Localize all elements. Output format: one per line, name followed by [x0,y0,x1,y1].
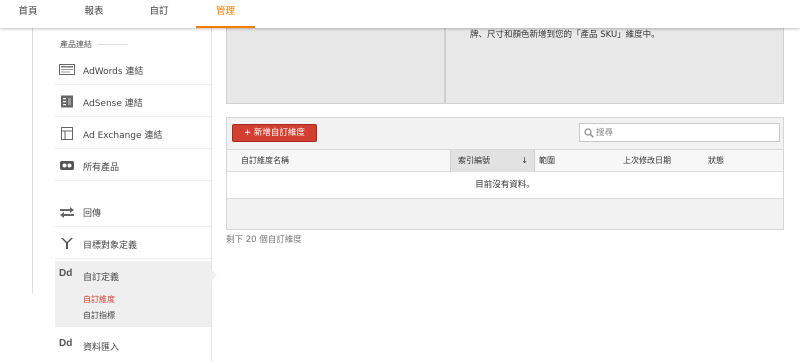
search-input[interactable] [596,126,776,139]
info-panel-left [226,28,445,104]
table-header: 自訂維度名稱 索引編號 ↓ 範圍 上次修改日期 狀態 [227,150,783,172]
section-label-product-linking: 產品連結 [60,40,92,49]
column-header-scope[interactable]: 範圍 [539,150,555,172]
column-header-label: 索引編號 [458,156,490,165]
column-header-index[interactable]: 索引編號 ↓ [450,150,535,172]
section-divider [98,44,128,45]
column-header-name[interactable]: 自訂維度名稱 [241,150,289,172]
sidebar-item-audience-definitions[interactable]: 目標對象定義 [55,229,211,259]
remaining-count: 剩下 20 個自訂維度 [226,235,302,245]
add-custom-dimension-button[interactable]: + 新增自訂維度 [232,124,317,142]
audience-icon [61,238,73,249]
all-products-icon [60,161,74,170]
sidebar-item-label: AdWords 連結 [83,67,144,77]
column-header-last-changed[interactable]: 上次修改日期 [623,150,671,172]
search-icon [584,128,594,138]
tab-admin[interactable]: 管理 [196,0,255,28]
adwords-icon [59,64,75,75]
active-caret [211,269,217,281]
ad-exchange-icon [61,127,73,140]
sidebar-item-postbacks[interactable]: 回傳 [55,197,211,227]
sidebar-item-label: AdSense 連結 [83,99,143,109]
tab-reporting[interactable]: 報表 [66,0,122,28]
sidebar-item-label: 回傳 [83,209,102,219]
adsense-icon [61,95,73,108]
top-navigation: 首頁 報表 自訂 管理 [0,0,800,28]
column-header-state[interactable]: 狀態 [708,150,724,172]
sidebar-item-all-products[interactable]: 所有產品 [55,151,211,181]
sidebar-item-ad-exchange[interactable]: Ad Exchange 連結 [55,119,211,149]
search-box[interactable] [579,123,780,142]
sidebar-item-label: Ad Exchange 連結 [83,131,163,141]
sidebar-item-label: 資料匯入 [83,343,120,353]
tab-customization[interactable]: 自訂 [131,0,187,28]
sidebar-divider [211,28,212,362]
sidebar-item-label: 所有產品 [83,163,120,173]
postbacks-icon [60,207,74,218]
sidebar-rail [32,28,33,293]
sidebar-subitem-custom-metrics[interactable]: 自訂指標 [83,310,115,321]
custom-dimensions-table: + 新增自訂維度 自訂維度名稱 索引編號 ↓ 範圍 上次修改日期 狀態 目前沒有… [226,117,784,230]
sidebar-item-data-import[interactable]: Dd 資料匯入 [55,331,211,361]
tab-home[interactable]: 首頁 [0,0,56,28]
table-toolbar: + 新增自訂維度 [227,118,783,150]
sidebar-item-custom-definitions[interactable]: Dd 自訂定義 [55,261,211,327]
sidebar-item-label: 目標對象定義 [83,241,138,251]
panel-description: 牌、尺寸和顏色新增到您的「產品 SKU」維度中。 [470,30,660,40]
custom-definitions-icon: Dd [59,268,73,279]
empty-state-row: 目前沒有資料。 [227,172,783,199]
sidebar-subitem-custom-dimensions[interactable]: 自訂維度 [83,294,115,305]
sort-descending-icon: ↓ [521,156,528,165]
data-import-icon: Dd [59,338,73,349]
sidebar-item-label: 自訂定義 [83,273,120,283]
sidebar-item-adsense[interactable]: AdSense 連結 [55,87,211,117]
sidebar-item-adwords[interactable]: AdWords 連結 [55,55,211,85]
